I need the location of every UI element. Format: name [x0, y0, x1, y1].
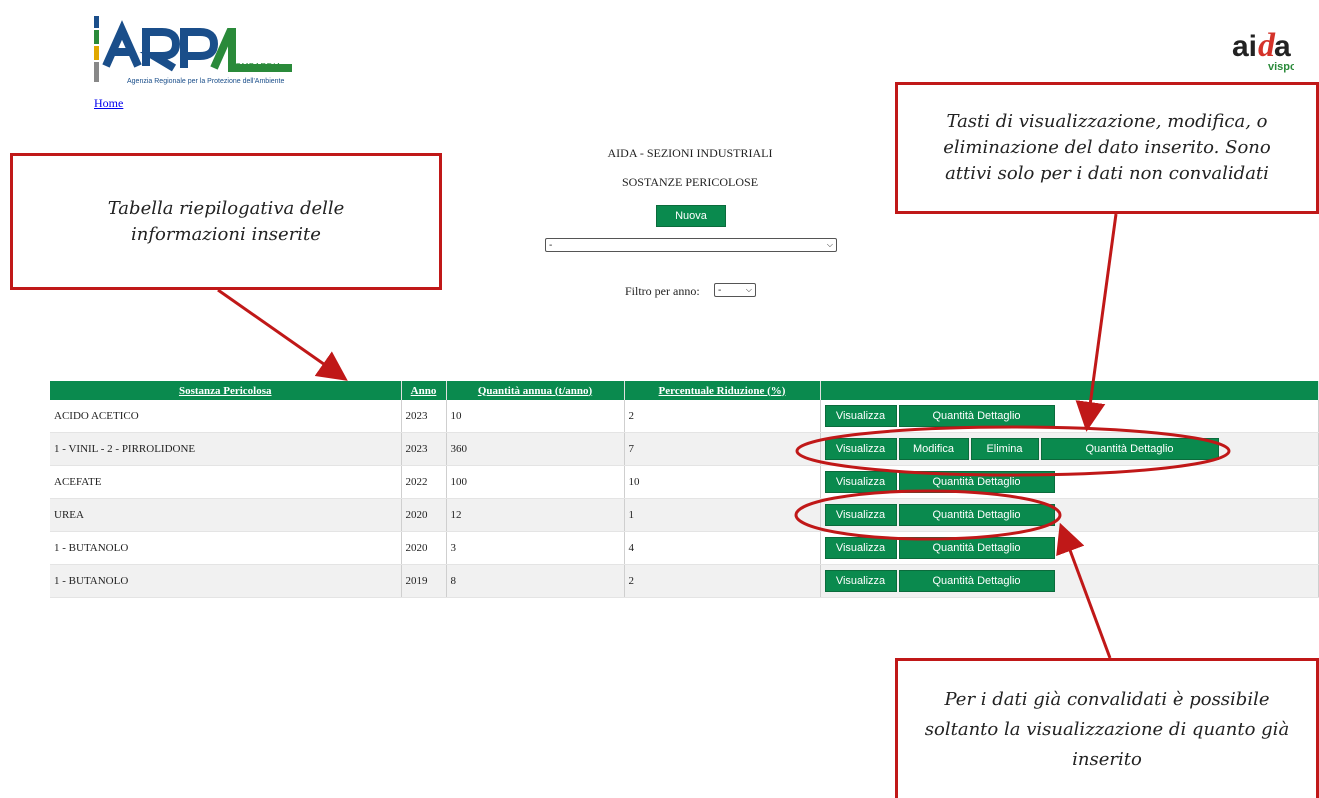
cell-quantita: 100	[446, 465, 625, 499]
view-button[interactable]: Visualizza	[824, 471, 897, 493]
view-button[interactable]: Visualizza	[824, 537, 897, 559]
cell-anno: 2023	[401, 432, 447, 466]
quantity-detail-button[interactable]: Quantità Dettaglio	[1040, 438, 1219, 460]
svg-text:a: a	[1274, 30, 1291, 63]
quantity-detail-button[interactable]: Quantità Dettaglio	[898, 471, 1055, 493]
cell-quantita: 12	[446, 498, 625, 532]
page-title: AIDA - SEZIONI INDUSTRIALI	[607, 146, 773, 160]
view-button[interactable]: Visualizza	[824, 504, 897, 526]
table-row: 1 - BUTANOLO 2020 3 4 Visualizza Quantit…	[50, 531, 1319, 565]
cell-sostanza: UREA	[50, 498, 402, 532]
quantity-detail-button[interactable]: Quantità Dettaglio	[898, 405, 1055, 427]
cell-percentuale: 10	[624, 465, 821, 499]
cell-sostanza: ACIDO ACETICO	[50, 400, 402, 433]
table-row: ACEFATE 2022 100 10 Visualizza Quantità …	[50, 465, 1319, 499]
cell-anno: 2022	[401, 465, 447, 499]
substance-select-value: -	[549, 239, 553, 251]
year-filter-label: Filtro per anno:	[625, 284, 700, 298]
cell-quantita: 360	[446, 432, 625, 466]
cell-sostanza: 1 - BUTANOLO	[50, 564, 402, 598]
cell-quantita: 8	[446, 564, 625, 598]
table-row: UREA 2020 12 1 Visualizza Quantità Detta…	[50, 498, 1319, 532]
annotation-table-note: Tabella riepilogativa delle informazioni…	[10, 153, 442, 290]
header-quantita[interactable]: Quantità annua (t/anno)	[446, 381, 625, 400]
arpa-subtitle: Agenzia Regionale per la Protezione dell…	[127, 78, 285, 85]
chevron-down-icon: ⌵	[826, 240, 833, 249]
cell-actions: Visualizza Modifica Elimina Quantità Det…	[820, 432, 1319, 466]
cell-anno: 2020	[401, 498, 447, 532]
cell-percentuale: 1	[624, 498, 821, 532]
cell-percentuale: 7	[624, 432, 821, 466]
cell-actions: Visualizza Quantità Dettaglio	[820, 465, 1319, 499]
header-sostanza[interactable]: Sostanza Pericolosa	[50, 381, 402, 400]
new-button[interactable]: Nuova	[656, 205, 726, 227]
svg-text:vispo: vispo	[1268, 61, 1294, 73]
table-row: 1 - BUTANOLO 2019 8 2 Visualizza Quantit…	[50, 564, 1319, 598]
quantity-detail-button[interactable]: Quantità Dettaglio	[898, 537, 1055, 559]
substances-table: Sostanza Pericolosa Anno Quantità annua …	[50, 381, 1319, 598]
annotation-validated-note: Per i dati già convalidati è possibile s…	[895, 658, 1319, 798]
cell-quantita: 10	[446, 400, 625, 433]
year-filter-select[interactable]: - ⌵	[714, 283, 756, 297]
cell-anno: 2023	[401, 400, 447, 433]
year-filter-value: -	[718, 284, 722, 296]
annotation-buttons-note: Tasti di visualizzazione, modifica, o el…	[895, 82, 1319, 214]
home-link[interactable]: Home	[94, 96, 123, 111]
quantity-detail-button[interactable]: Quantità Dettaglio	[898, 504, 1055, 526]
quantity-detail-button[interactable]: Quantità Dettaglio	[898, 570, 1055, 592]
cell-quantita: 3	[446, 531, 625, 565]
table-header-row: Sostanza Pericolosa Anno Quantità annua …	[50, 381, 1319, 400]
arrow-to-table	[217, 288, 348, 381]
cell-actions: Visualizza Quantità Dettaglio	[820, 531, 1319, 565]
cell-percentuale: 4	[624, 531, 821, 565]
delete-button[interactable]: Elimina	[970, 438, 1039, 460]
header-percentuale[interactable]: Percentuale Riduzione (%)	[624, 381, 821, 400]
cell-actions: Visualizza Quantità Dettaglio	[820, 400, 1319, 433]
view-button[interactable]: Visualizza	[824, 570, 897, 592]
table-row: ACIDO ACETICO 2023 10 2 Visualizza Quant…	[50, 400, 1319, 433]
svg-text:ai: ai	[1232, 30, 1257, 63]
cell-anno: 2020	[401, 531, 447, 565]
cell-anno: 2019	[401, 564, 447, 598]
header-anno[interactable]: Anno	[401, 381, 447, 400]
arpa-region-label: LOMBARDIA	[230, 62, 282, 71]
page-subtitle: SOSTANZE PERICOLOSE	[621, 175, 759, 189]
cell-sostanza: 1 - BUTANOLO	[50, 531, 402, 565]
cell-actions: Visualizza Quantità Dettaglio	[820, 564, 1319, 598]
header-actions	[820, 381, 1319, 400]
cell-actions: Visualizza Quantità Dettaglio	[820, 498, 1319, 532]
cell-percentuale: 2	[624, 400, 821, 433]
view-button[interactable]: Visualizza	[824, 405, 897, 427]
chevron-down-icon: ⌵	[745, 285, 752, 294]
aida-logo: ai d a vispo	[1232, 27, 1294, 73]
edit-button[interactable]: Modifica	[898, 438, 969, 460]
table-row: 1 - VINIL - 2 - PIRROLIDONE 2023 360 7 V…	[50, 432, 1319, 466]
view-button[interactable]: Visualizza	[824, 438, 897, 460]
cell-sostanza: ACEFATE	[50, 465, 402, 499]
substance-select[interactable]: - ⌵	[545, 238, 837, 252]
cell-sostanza: 1 - VINIL - 2 - PIRROLIDONE	[50, 432, 402, 466]
cell-percentuale: 2	[624, 564, 821, 598]
